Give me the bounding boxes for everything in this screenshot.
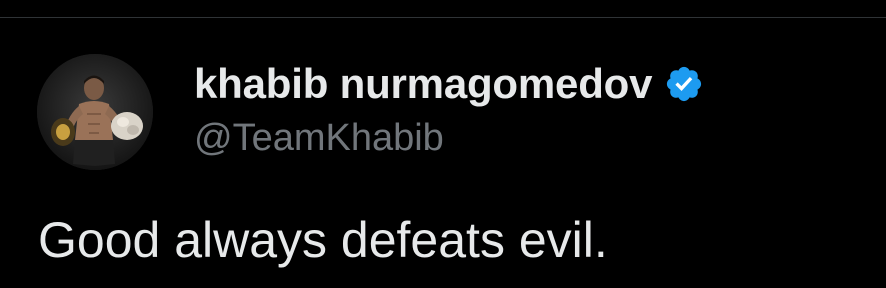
author-display-name[interactable]: khabib nurmagomedov bbox=[194, 60, 652, 108]
tweet-text: Good always defeats evil. bbox=[38, 212, 608, 268]
author-name-row: khabib nurmagomedov bbox=[194, 55, 704, 113]
author-avatar[interactable] bbox=[37, 54, 153, 170]
author-handle[interactable]: @TeamKhabib bbox=[194, 117, 444, 160]
verified-badge-icon[interactable] bbox=[664, 64, 704, 104]
avatar-photo bbox=[37, 54, 153, 170]
tweet: khabib nurmagomedov @TeamKhabib Good alw… bbox=[0, 18, 886, 288]
